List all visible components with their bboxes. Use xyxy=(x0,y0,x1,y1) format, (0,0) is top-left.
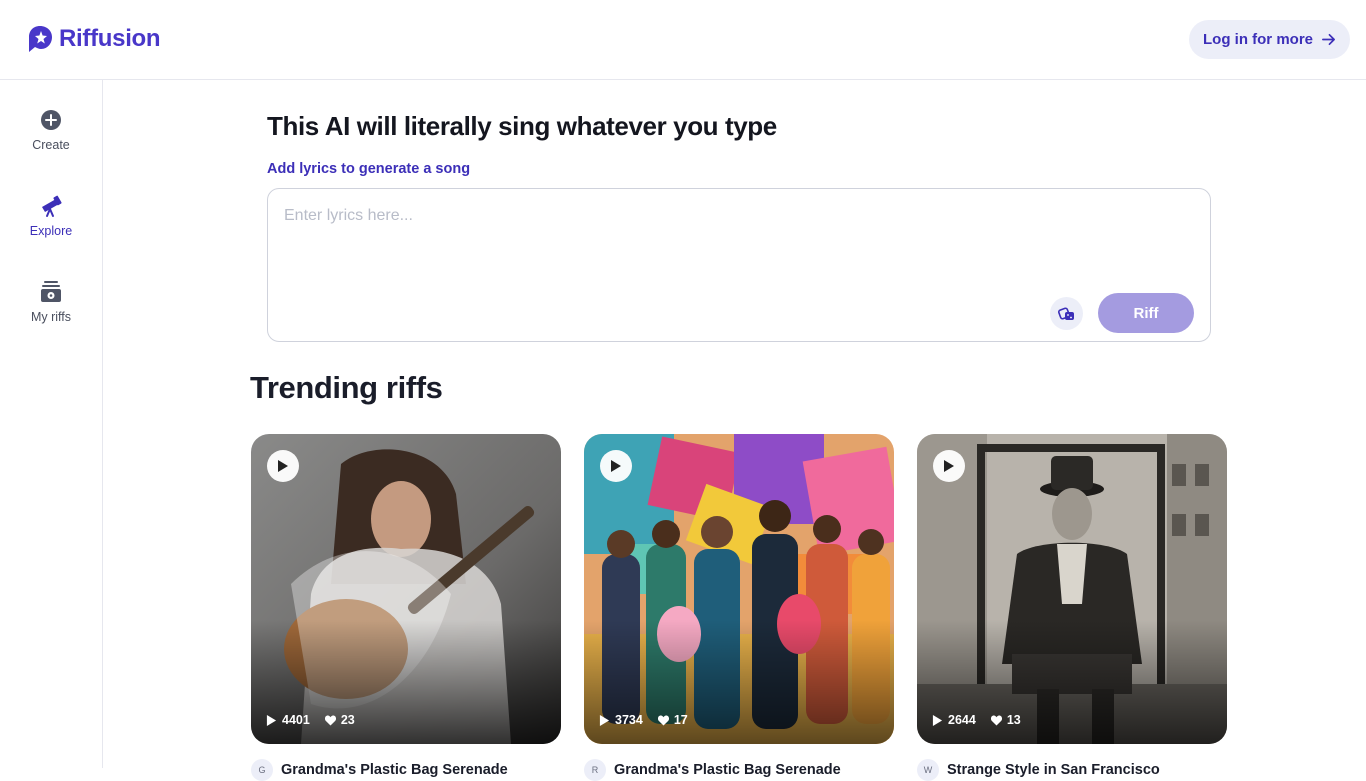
play-count: 3734 xyxy=(615,713,643,727)
heart-icon xyxy=(324,714,336,726)
riff-title[interactable]: Grandma's Plastic Bag Serenade xyxy=(281,762,508,778)
play-count-icon xyxy=(266,714,277,726)
lyrics-label: Add lyrics to generate a song xyxy=(267,161,471,177)
heart-icon xyxy=(990,714,1002,726)
sidebar-item-label: My riffs xyxy=(30,310,72,324)
cover-image-woman-guitar xyxy=(251,434,561,744)
login-button[interactable]: Log in for more xyxy=(1189,20,1350,59)
sidebar-item-my-riffs[interactable]: My riffs xyxy=(0,280,102,324)
play-button[interactable] xyxy=(933,450,965,482)
lyrics-box: Riff xyxy=(267,188,1211,342)
heart-icon xyxy=(657,714,669,726)
riff-stats: 4401 23 xyxy=(266,713,355,727)
riff-stats: 3734 17 xyxy=(599,713,688,727)
like-count: 23 xyxy=(340,713,355,727)
sidebar-item-explore[interactable]: Explore xyxy=(0,194,102,238)
cover-image-man-in-hat xyxy=(917,434,1227,744)
lyrics-input[interactable] xyxy=(284,207,1184,287)
play-icon xyxy=(611,460,621,472)
like-count: 17 xyxy=(673,713,688,727)
sidebar-item-create[interactable]: Create xyxy=(0,108,102,152)
sidebar: Create Explore My riffs xyxy=(0,80,103,768)
riff-title[interactable]: Strange Style in San Francisco xyxy=(947,762,1160,778)
play-icon xyxy=(278,460,288,472)
play-button[interactable] xyxy=(600,450,632,482)
play-count: 4401 xyxy=(282,713,310,727)
riff-card[interactable]: 4401 23 G Grandma's Plastic Bag Serenade xyxy=(251,434,561,781)
riffusion-logo-icon xyxy=(29,26,52,52)
play-icon xyxy=(944,460,954,472)
riff-cover-art[interactable]: 4401 23 xyxy=(251,434,561,744)
like-count: 13 xyxy=(1006,713,1021,727)
riff-title[interactable]: Grandma's Plastic Bag Serenade xyxy=(614,762,841,778)
riff-stats: 2644 13 xyxy=(932,713,1021,727)
play-button[interactable] xyxy=(267,450,299,482)
sidebar-item-label: Explore xyxy=(29,224,73,238)
arrow-right-icon xyxy=(1322,33,1335,46)
avatar[interactable]: R xyxy=(584,759,606,781)
dice-icon xyxy=(1057,306,1074,320)
riff-card[interactable]: 3734 17 R Grandma's Plastic Bag Serenade xyxy=(584,434,894,781)
play-count-icon xyxy=(599,714,610,726)
riff-meta: W Strange Style in San Francisco xyxy=(917,759,1160,781)
sidebar-item-label: Create xyxy=(32,138,70,152)
random-lyrics-button[interactable] xyxy=(1050,297,1083,330)
avatar[interactable]: W xyxy=(917,759,939,781)
riff-card[interactable]: 2644 13 W Strange Style in San Francisco xyxy=(917,434,1227,781)
cover-image-dancing-crowd xyxy=(584,434,894,744)
plus-circle-icon xyxy=(39,108,63,132)
riff-meta: R Grandma's Plastic Bag Serenade xyxy=(584,759,841,781)
riff-meta: G Grandma's Plastic Bag Serenade xyxy=(251,759,508,781)
play-count-icon xyxy=(932,714,943,726)
login-button-label: Log in for more xyxy=(1203,31,1313,48)
avatar[interactable]: G xyxy=(251,759,273,781)
riff-cover-art[interactable]: 2644 13 xyxy=(917,434,1227,744)
page-title: This AI will literally sing whatever you… xyxy=(267,111,777,141)
top-header: Riffusion Log in for more xyxy=(0,0,1366,80)
telescope-icon xyxy=(39,194,63,218)
play-count: 2644 xyxy=(948,713,976,727)
riff-cover-art[interactable]: 3734 17 xyxy=(584,434,894,744)
riffusion-logo[interactable]: Riffusion xyxy=(28,25,161,53)
library-icon xyxy=(39,280,63,304)
riff-button[interactable]: Riff xyxy=(1098,293,1194,333)
app-name: Riffusion xyxy=(59,25,161,52)
section-title-trending: Trending riffs xyxy=(250,370,443,405)
